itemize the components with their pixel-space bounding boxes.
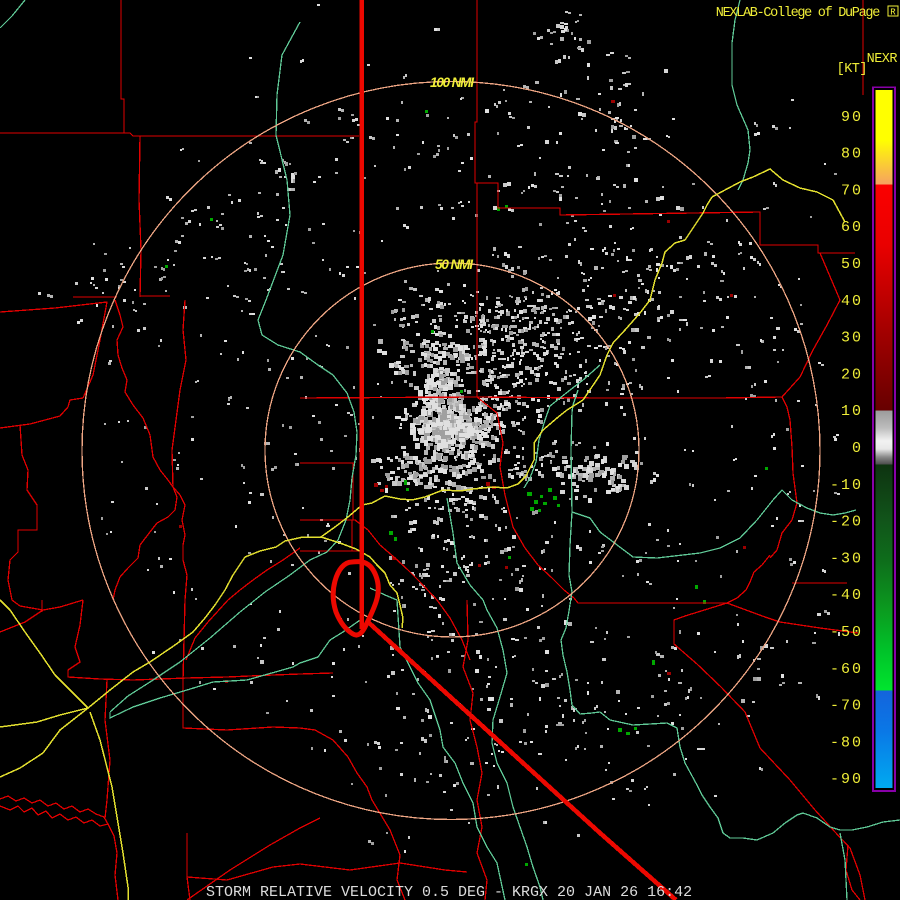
svg-text:40: 40 <box>841 293 863 310</box>
svg-text:10: 10 <box>841 403 863 420</box>
svg-text:50: 50 <box>841 256 863 273</box>
svg-text:-30: -30 <box>830 550 863 567</box>
svg-text:-70: -70 <box>830 698 863 715</box>
svg-text:-50: -50 <box>830 624 863 641</box>
svg-text:-80: -80 <box>830 734 863 751</box>
svg-text:30: 30 <box>841 330 863 347</box>
svg-text:70: 70 <box>841 182 863 199</box>
svg-text:NEXLAB-College of DuPage: NEXLAB-College of DuPage <box>716 6 880 21</box>
svg-text:90: 90 <box>841 109 863 126</box>
svg-text:50 NMI: 50 NMI <box>435 257 473 272</box>
svg-text:-20: -20 <box>830 514 863 531</box>
svg-text:20: 20 <box>841 366 863 383</box>
svg-text:-90: -90 <box>830 771 863 788</box>
svg-text:NEXR: NEXR <box>867 52 898 67</box>
svg-text:-60: -60 <box>830 661 863 678</box>
svg-text:[KT]: [KT] <box>837 62 867 77</box>
svg-text:60: 60 <box>841 219 863 236</box>
svg-text:100 NMI: 100 NMI <box>430 75 474 90</box>
svg-text:0: 0 <box>852 440 863 457</box>
svg-text:R: R <box>890 8 896 18</box>
svg-text:-40: -40 <box>830 587 863 604</box>
svg-text:STORM RELATIVE VELOCITY 0.5 DE: STORM RELATIVE VELOCITY 0.5 DEG - KRGX 2… <box>206 884 692 900</box>
svg-text:80: 80 <box>841 146 863 163</box>
svg-text:-10: -10 <box>830 477 863 494</box>
